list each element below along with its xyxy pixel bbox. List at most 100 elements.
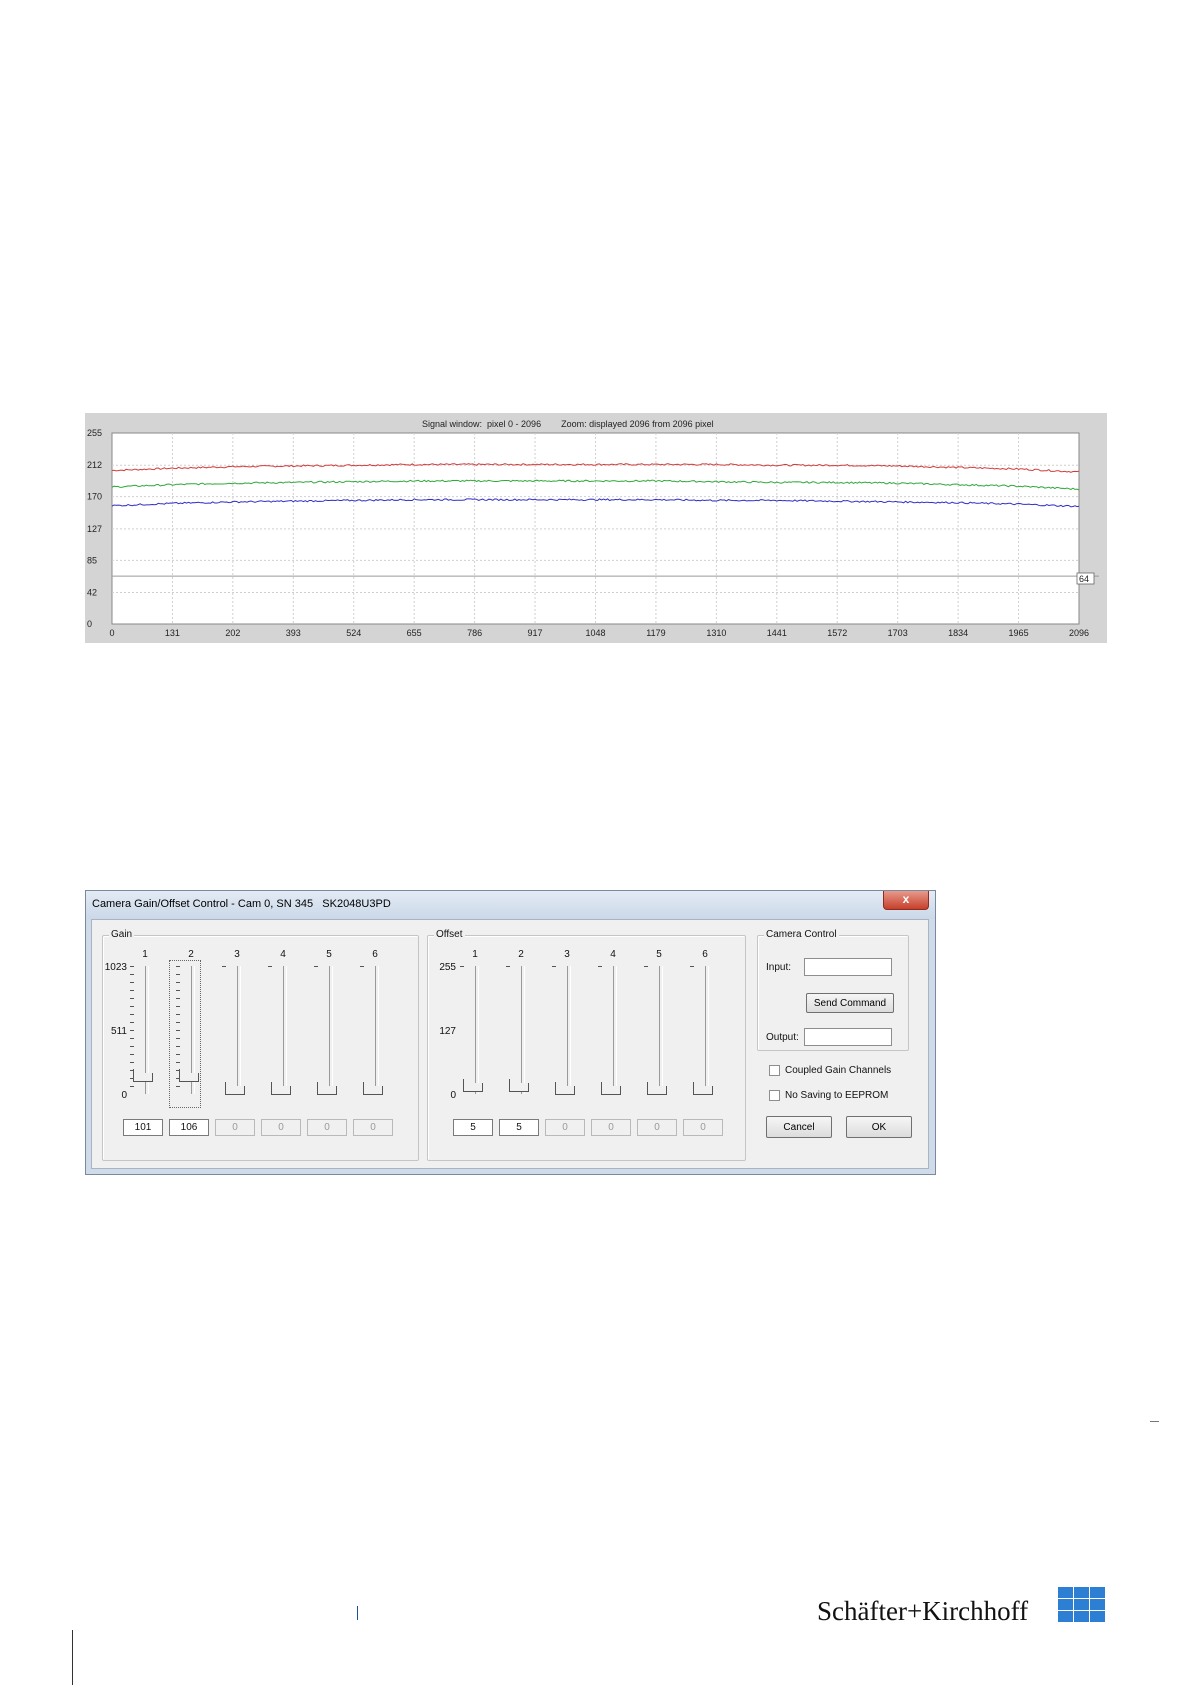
y-tick-label: 0: [87, 619, 92, 629]
output-label: Output:: [766, 1032, 799, 1043]
channel-number: 6: [372, 949, 378, 960]
page-edge-mark: [1150, 1421, 1159, 1422]
slider-thumb[interactable]: [317, 1082, 337, 1095]
channel-value-field[interactable]: 5: [453, 1119, 493, 1136]
slider-track[interactable]: [375, 966, 379, 1094]
command-output-field[interactable]: [804, 1028, 892, 1046]
no-saving-eeprom-checkbox[interactable]: [769, 1090, 780, 1101]
channel-number: 2: [518, 949, 524, 960]
slider-tick: [552, 966, 556, 967]
slider-tick: [176, 998, 180, 999]
coupled-gain-label: Coupled Gain Channels: [785, 1065, 892, 1076]
slider-tick: [176, 1046, 180, 1047]
slider-track[interactable]: [237, 966, 241, 1094]
slider-tick: [176, 1062, 180, 1063]
x-tick-label: 1572: [827, 628, 847, 638]
slider-thumb[interactable]: [509, 1079, 529, 1093]
channel-value-field[interactable]: 0: [591, 1119, 631, 1136]
slider-tick: [176, 982, 180, 983]
logo-cell: [1074, 1587, 1089, 1598]
coupled-gain-checkbox[interactable]: [769, 1065, 780, 1076]
slider-tick: [176, 974, 180, 975]
close-button[interactable]: x: [883, 891, 929, 910]
scale-label: 0: [450, 1090, 456, 1101]
slider-track[interactable]: [567, 966, 571, 1094]
cancel-button[interactable]: Cancel: [766, 1116, 832, 1138]
channel-number: 4: [610, 949, 616, 960]
slider-track[interactable]: [283, 966, 287, 1094]
logo-cell: [1058, 1599, 1073, 1610]
slider-tick: [130, 998, 134, 999]
x-tick-label: 131: [165, 628, 180, 638]
slider-tick: [130, 1038, 134, 1039]
y-tick-label: 212: [87, 460, 102, 470]
chart-title: Signal window: pixel 0 - 2096 Zoom: disp…: [422, 419, 714, 429]
logo-cell: [1074, 1599, 1089, 1610]
x-tick-label: 786: [467, 628, 482, 638]
x-tick-label: 393: [286, 628, 301, 638]
channel-value-field[interactable]: 0: [637, 1119, 677, 1136]
channel-number: 2: [188, 949, 194, 960]
channel-value-field[interactable]: 0: [307, 1119, 347, 1136]
channel-value-field[interactable]: 0: [683, 1119, 723, 1136]
x-tick-label: 1310: [706, 628, 726, 638]
slider-tick: [130, 1054, 134, 1055]
no-saving-eeprom-label: No Saving to EEPROM: [785, 1090, 889, 1101]
logo-cell: [1090, 1587, 1105, 1598]
logo-cell: [1090, 1611, 1105, 1622]
threshold-marker: 64: [1076, 572, 1095, 585]
slider-tick: [644, 966, 648, 967]
title-bar[interactable]: Camera Gain/Offset Control - Cam 0, SN 3…: [86, 891, 935, 919]
slider-thumb[interactable]: [647, 1082, 667, 1095]
slider-track[interactable]: [659, 966, 663, 1094]
slider-thumb[interactable]: [601, 1082, 621, 1095]
slider-track[interactable]: [521, 966, 525, 1094]
slider-thumb[interactable]: [133, 1069, 153, 1083]
channel-value-field[interactable]: 0: [353, 1119, 393, 1136]
slider-thumb[interactable]: [693, 1082, 713, 1095]
slider-track[interactable]: [705, 966, 709, 1094]
slider-tick: [130, 966, 134, 967]
slider-thumb[interactable]: [179, 1068, 199, 1082]
slider-tick: [222, 966, 226, 967]
slider-tick: [130, 1022, 134, 1023]
channel-value-field[interactable]: 0: [545, 1119, 585, 1136]
camera-control-label: Camera Control: [764, 929, 839, 940]
x-tick-label: 655: [407, 628, 422, 638]
channel-value-field[interactable]: 5: [499, 1119, 539, 1136]
slider-tick: [130, 1046, 134, 1047]
channel-value-field[interactable]: 101: [123, 1119, 163, 1136]
signal-chart: Signal window: pixel 0 - 2096 Zoom: disp…: [85, 413, 1107, 643]
slider-track[interactable]: [475, 966, 479, 1094]
brand-logo-icon: [1058, 1587, 1105, 1622]
slider-thumb[interactable]: [363, 1082, 383, 1095]
channel-value-field[interactable]: 0: [215, 1119, 255, 1136]
slider-tick: [598, 966, 602, 967]
slider-tick: [176, 1038, 180, 1039]
y-tick-label: 127: [87, 524, 102, 534]
send-command-button[interactable]: Send Command: [806, 993, 894, 1013]
y-tick-label: 85: [87, 555, 97, 565]
slider-track[interactable]: [329, 966, 333, 1094]
slider-thumb[interactable]: [463, 1079, 483, 1093]
slider-tick: [130, 1014, 134, 1015]
logo-cell: [1058, 1587, 1073, 1598]
slider-tick: [176, 1054, 180, 1055]
channel-number: 6: [702, 949, 708, 960]
slider-tick: [506, 966, 510, 967]
scale-label: 511: [111, 1026, 127, 1037]
signal-chart-svg: Signal window: pixel 0 - 2096 Zoom: disp…: [87, 419, 1099, 638]
x-tick-label: 524: [346, 628, 361, 638]
slider-tick: [130, 982, 134, 983]
ok-button[interactable]: OK: [846, 1116, 912, 1138]
slider-tick: [268, 966, 272, 967]
slider-track[interactable]: [613, 966, 617, 1094]
channel-value-field[interactable]: 106: [169, 1119, 209, 1136]
scale-label: 127: [439, 1026, 456, 1037]
slider-thumb[interactable]: [225, 1082, 245, 1095]
channel-number: 1: [142, 949, 148, 960]
channel-value-field[interactable]: 0: [261, 1119, 301, 1136]
command-input-field[interactable]: [804, 958, 892, 976]
slider-thumb[interactable]: [555, 1082, 575, 1095]
slider-thumb[interactable]: [271, 1082, 291, 1095]
